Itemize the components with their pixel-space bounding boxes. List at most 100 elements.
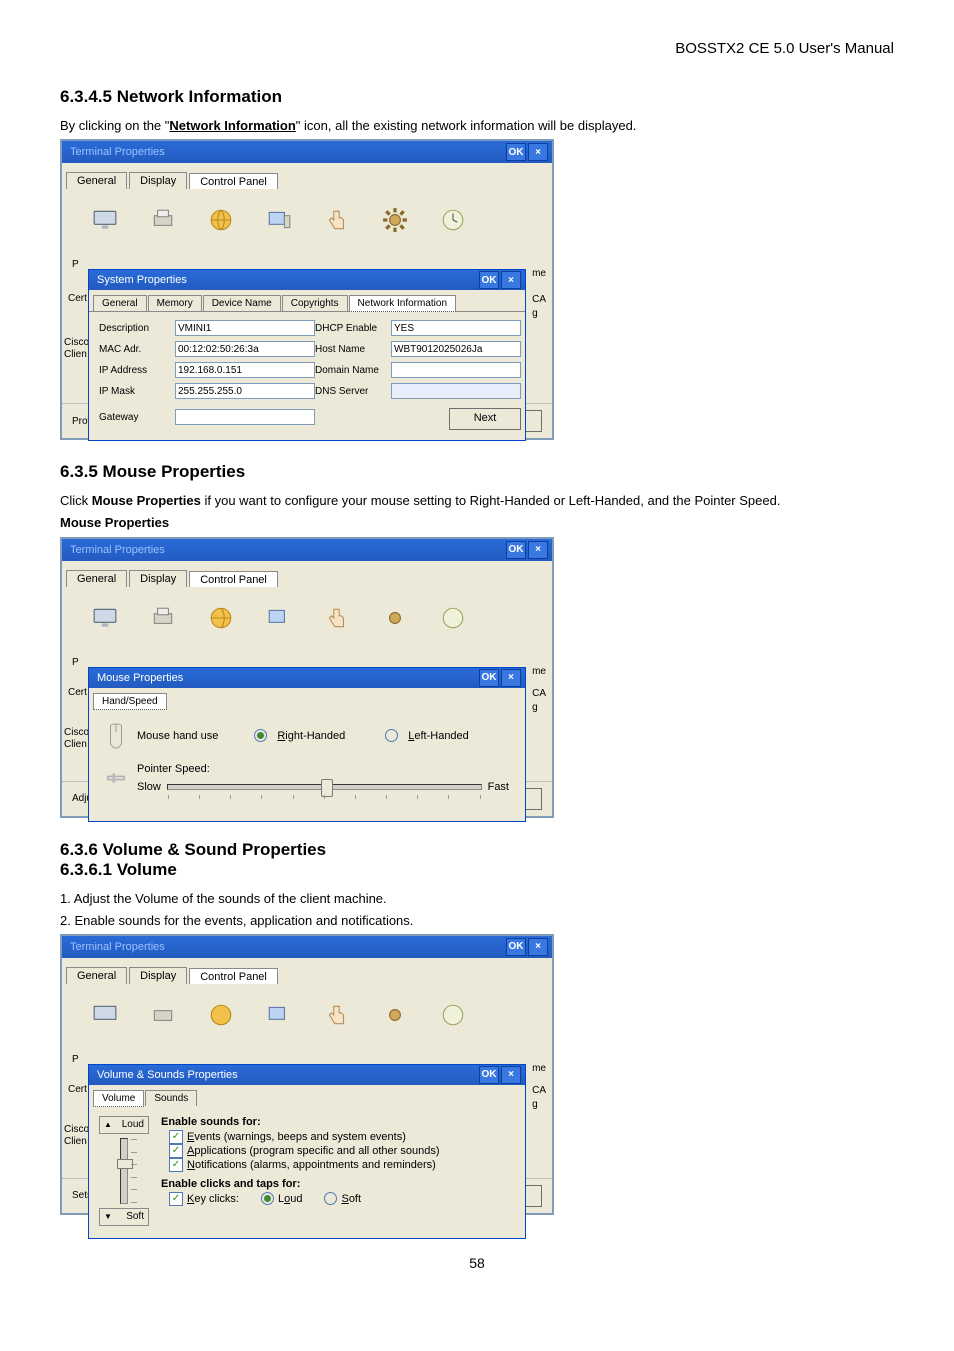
globe-icon[interactable] xyxy=(204,1000,238,1030)
globe-icon[interactable] xyxy=(204,205,238,235)
tab-control-panel[interactable]: Control Panel xyxy=(189,173,278,190)
tab-display[interactable]: Display xyxy=(129,172,187,189)
side-p-2: P xyxy=(72,657,79,669)
cb-notif[interactable]: ✓ xyxy=(169,1158,183,1172)
hand-cursor-icon[interactable] xyxy=(320,1000,354,1030)
section-6345-title: 6.3.4.5 Network Information xyxy=(60,87,894,107)
printer-icon[interactable] xyxy=(146,603,180,633)
inp-gateway[interactable] xyxy=(175,409,315,425)
sp-tab-copyrights[interactable]: Copyrights xyxy=(282,295,348,311)
outer-close-button-2[interactable]: × xyxy=(528,541,548,559)
inp-ip[interactable] xyxy=(175,362,315,378)
radio-left[interactable] xyxy=(385,729,398,742)
mouse-close-button[interactable]: × xyxy=(501,669,521,687)
page-number: 58 xyxy=(60,1255,894,1271)
label-right: Right-Handed xyxy=(277,730,345,742)
side-g: g xyxy=(532,307,546,321)
lbl-domain: Domain Name xyxy=(315,365,391,376)
cb-apps[interactable]: ✓ xyxy=(169,1144,183,1158)
tab-general[interactable]: General xyxy=(66,172,127,189)
radio-right[interactable] xyxy=(254,729,267,742)
vol-tab-volume[interactable]: Volume xyxy=(93,1090,144,1107)
computer-icon[interactable] xyxy=(262,1000,296,1030)
lbl-notif: Notifications (alarms, appointments and … xyxy=(187,1159,436,1171)
globe-icon[interactable] xyxy=(204,603,238,633)
vol-ok-button[interactable]: OK xyxy=(479,1066,499,1084)
sp-tab-memory[interactable]: Memory xyxy=(148,295,202,311)
sp-tab-device[interactable]: Device Name xyxy=(203,295,281,311)
gear-icon[interactable] xyxy=(378,1000,412,1030)
sp-tab-general[interactable]: General xyxy=(93,295,147,311)
monitor-icon[interactable] xyxy=(88,1000,122,1030)
mouse-subhead: Mouse Properties xyxy=(60,514,894,532)
lbl-gateway: Gateway xyxy=(99,412,175,423)
inp-dhcp[interactable] xyxy=(391,320,521,336)
sp-tab-network[interactable]: Network Information xyxy=(349,295,456,312)
vol-close-button[interactable]: × xyxy=(501,1066,521,1084)
outer-ok-button-2[interactable]: OK xyxy=(506,541,526,559)
printer-icon[interactable] xyxy=(146,205,180,235)
side-p-3: P xyxy=(72,1054,79,1066)
computer-icon[interactable] xyxy=(262,205,296,235)
vol-tab-sounds[interactable]: Sounds xyxy=(145,1090,197,1106)
side-ca-3: CA xyxy=(532,1084,546,1098)
tab-general-2[interactable]: General xyxy=(66,570,127,587)
next-button[interactable]: Next xyxy=(449,408,521,430)
tab-control-panel-3[interactable]: Control Panel xyxy=(189,968,278,985)
tab-display-2[interactable]: Display xyxy=(129,570,187,587)
gear-icon[interactable] xyxy=(378,603,412,633)
arrow-down-icon: ▼ xyxy=(104,1212,112,1221)
outer-ok-button[interactable]: OK xyxy=(506,143,526,161)
screenshot-network-info: Terminal Properties OK × General Display… xyxy=(60,139,554,440)
lbl-r-soft: Soft xyxy=(341,1193,361,1205)
volume-sounds-dialog: Volume & Sounds Properties OK × Volume S… xyxy=(88,1064,526,1239)
sysprops-ok-button[interactable]: OK xyxy=(479,271,499,289)
monitor-icon[interactable] xyxy=(88,205,122,235)
vol-intro-2: 2. Enable sounds for the events, applica… xyxy=(60,912,894,930)
clock-icon[interactable] xyxy=(436,205,470,235)
inp-mask[interactable] xyxy=(175,383,315,399)
soft-spin[interactable]: ▼Soft xyxy=(99,1208,149,1226)
tab-control-panel-2[interactable]: Control Panel xyxy=(189,571,278,588)
radio-soft[interactable] xyxy=(324,1192,337,1205)
clock-icon[interactable] xyxy=(436,1000,470,1030)
mouse-icon xyxy=(105,723,127,749)
label-left: Left-Handed xyxy=(408,730,469,742)
mouse-properties-dialog: Mouse Properties OK × Hand/Speed Mouse h… xyxy=(88,667,526,822)
cb-key[interactable]: ✓ xyxy=(169,1192,183,1206)
tab-display-3[interactable]: Display xyxy=(129,967,187,984)
outer-ok-button-3[interactable]: OK xyxy=(506,938,526,956)
hand-cursor-icon[interactable] xyxy=(320,205,354,235)
hand-cursor-icon[interactable] xyxy=(320,603,354,633)
side-clien-3: Clien xyxy=(64,1136,89,1148)
inp-mac[interactable] xyxy=(175,341,315,357)
sysprops-close-button[interactable]: × xyxy=(501,271,521,289)
gear-icon[interactable] xyxy=(378,205,412,235)
inp-dns[interactable] xyxy=(391,383,521,399)
computer-icon[interactable] xyxy=(262,603,296,633)
outer-close-button-3[interactable]: × xyxy=(528,938,548,956)
lbl-mask: IP Mask xyxy=(99,386,175,397)
inp-host[interactable] xyxy=(391,341,521,357)
mouse-ok-button[interactable]: OK xyxy=(479,669,499,687)
mouse-hand-label: Mouse hand use xyxy=(137,730,218,742)
mouse-tab-handspeed[interactable]: Hand/Speed xyxy=(93,693,167,710)
lbl-dns: DNS Server xyxy=(315,386,391,397)
intro-bold: Network Information xyxy=(169,118,295,133)
volume-slider[interactable] xyxy=(120,1138,128,1204)
loud-spin[interactable]: ▲Loud xyxy=(99,1116,149,1134)
pointer-speed-slider[interactable] xyxy=(167,784,482,790)
tab-general-3[interactable]: General xyxy=(66,967,127,984)
cpl-icon-row xyxy=(72,199,542,239)
system-properties-dialog: System Properties OK × General Memory De… xyxy=(88,269,526,441)
outer-close-button[interactable]: × xyxy=(528,143,548,161)
printer-icon[interactable] xyxy=(146,1000,180,1030)
monitor-icon[interactable] xyxy=(88,603,122,633)
inp-domain[interactable] xyxy=(391,362,521,378)
inp-description[interactable] xyxy=(175,320,315,336)
section-635-title: 6.3.5 Mouse Properties xyxy=(60,462,894,482)
radio-loud[interactable] xyxy=(261,1192,274,1205)
enable-clicks-header: Enable clicks and taps for: xyxy=(161,1178,440,1190)
cb-events[interactable]: ✓ xyxy=(169,1130,183,1144)
clock-icon[interactable] xyxy=(436,603,470,633)
